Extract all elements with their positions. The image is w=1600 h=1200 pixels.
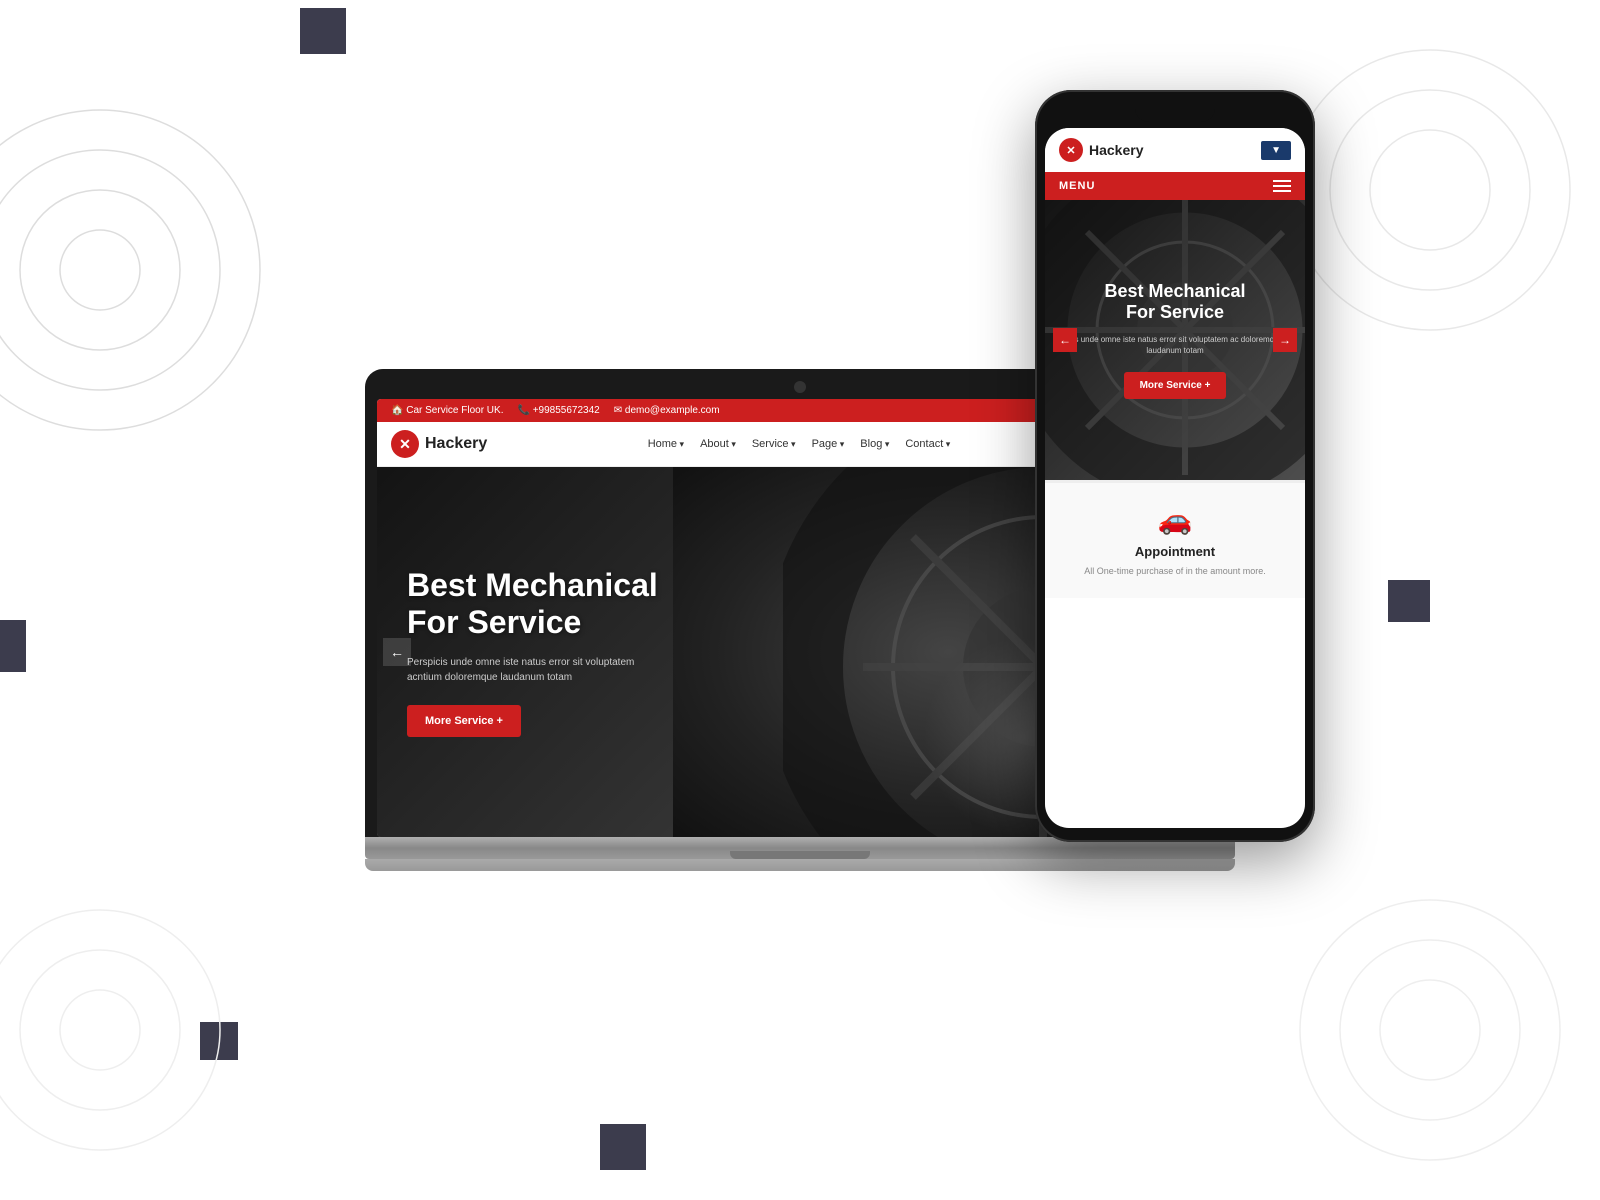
phone-hero: Best Mechanical For Service icis unde om… (1045, 200, 1305, 480)
phone-next-arrow[interactable]: → (1273, 328, 1297, 352)
nav-blog[interactable]: Blog (860, 438, 889, 450)
nav-page[interactable]: Page (812, 438, 845, 450)
topbar-left: 🏠 Car Service Floor UK. 📞 +99855672342 ✉… (391, 405, 720, 416)
topbar-address: 🏠 Car Service Floor UK. (391, 405, 503, 416)
nav-contact[interactable]: Contact (905, 438, 950, 450)
topbar-email: ✉ demo@example.com (614, 405, 720, 416)
nav-home[interactable]: Home (648, 438, 684, 450)
phone-lang-button[interactable]: ▼ (1261, 141, 1291, 160)
phone-hero-title-line1: Best Mechanical (1065, 281, 1285, 303)
laptop-camera (794, 381, 806, 393)
nav-service[interactable]: Service (752, 438, 796, 450)
phone-screen: ✕ Hackery ▼ MENU (1045, 128, 1305, 828)
phone-card-description: All One-time purchase of in the amount m… (1061, 565, 1289, 578)
hero-prev-arrow[interactable]: ← (383, 638, 411, 666)
phone-card-title: Appointment (1061, 544, 1289, 559)
hero-description: Perspicis unde omne iste natus error sit… (407, 655, 667, 685)
phone-logo-icon: ✕ (1059, 138, 1083, 162)
logo-text: Hackery (425, 435, 487, 453)
scene: 🏠 Car Service Floor UK. 📞 +99855672342 ✉… (140, 60, 1460, 1140)
phone-logo-text: Hackery (1089, 142, 1144, 158)
phone-hero-title: Best Mechanical For Service (1065, 281, 1285, 324)
phone-menu-label: MENU (1059, 180, 1095, 192)
hero-more-service-button[interactable]: More Service + (407, 705, 521, 737)
site-nav: Home About Service Page Blog Contact (648, 438, 951, 450)
phone-hero-button[interactable]: More Service + (1124, 372, 1227, 399)
laptop-stand (365, 859, 1235, 871)
decorative-square-leftmid (0, 620, 26, 672)
hero-content: Best Mechanical For Service Perspicis un… (377, 537, 697, 767)
phone-menu-bar: MENU (1045, 172, 1305, 200)
hamburger-menu-icon[interactable] (1273, 180, 1291, 192)
logo-icon: ✕ (391, 430, 419, 458)
phone-device: ✕ Hackery ▼ MENU (1035, 90, 1315, 842)
hero-title-line2: For Service (407, 604, 667, 641)
topbar-phone: 📞 +99855672342 (517, 405, 599, 416)
phone-logo: ✕ Hackery (1059, 138, 1144, 162)
phone-prev-arrow[interactable]: ← (1053, 328, 1077, 352)
phone-notch (1135, 104, 1215, 122)
site-logo: ✕ Hackery (391, 430, 487, 458)
hero-title-line1: Best Mechanical (407, 567, 667, 604)
phone-hero-arrows: ← → (1045, 328, 1305, 352)
hero-title: Best Mechanical For Service (407, 567, 667, 641)
phone-hero-title-line2: For Service (1065, 302, 1285, 324)
phone-card-section: 🚗 Appointment All One-time purchase of i… (1045, 480, 1305, 598)
phone-site-header: ✕ Hackery ▼ (1045, 128, 1305, 172)
phone-card-car-icon: 🚗 (1061, 503, 1289, 536)
nav-about[interactable]: About (700, 438, 736, 450)
decorative-square-topleft (300, 8, 346, 54)
